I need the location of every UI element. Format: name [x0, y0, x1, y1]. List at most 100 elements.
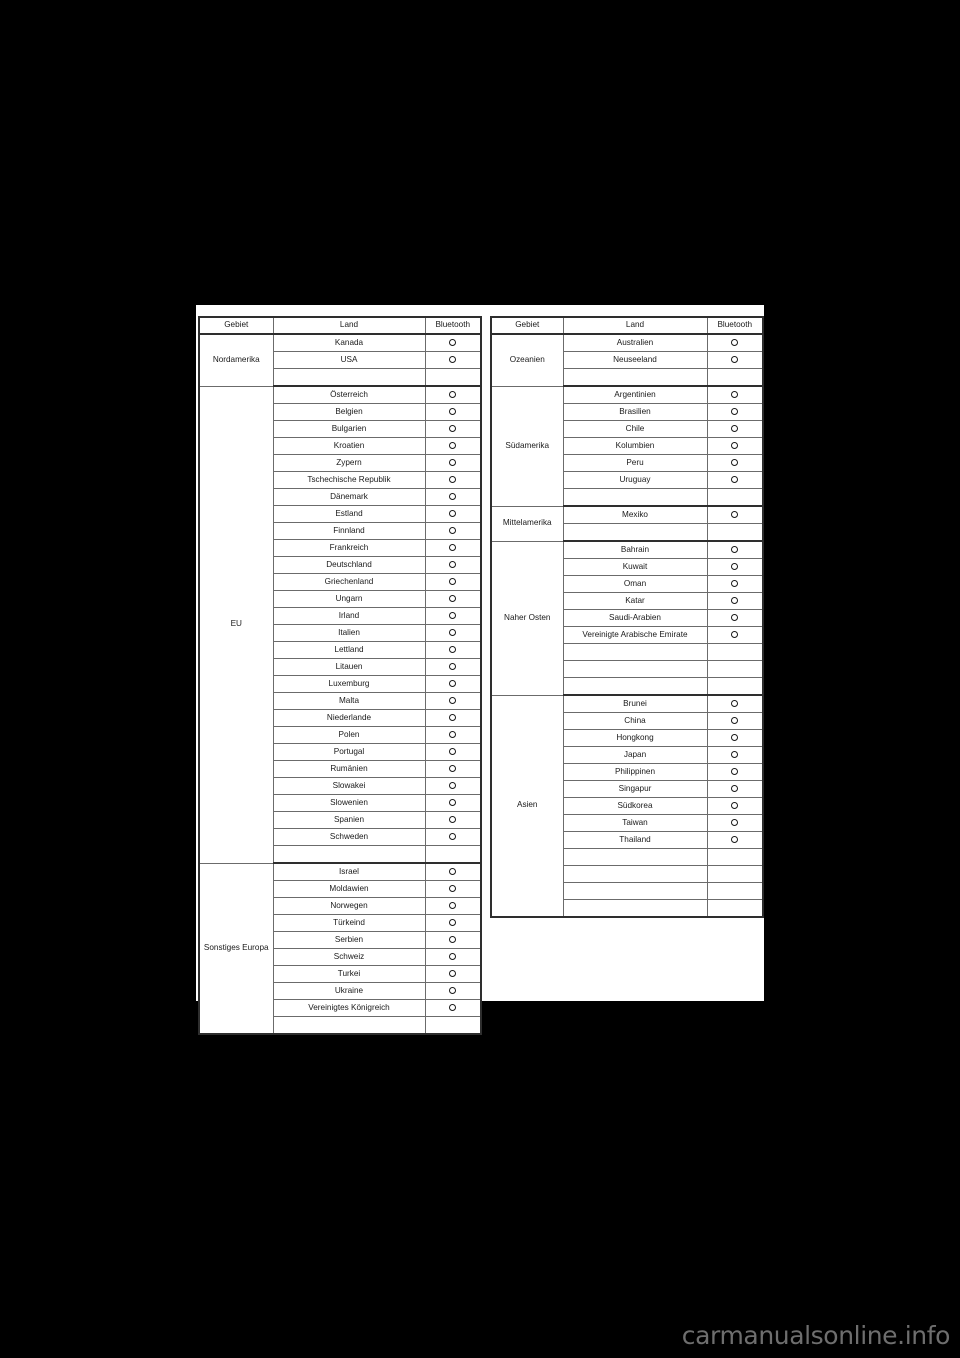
- country-name-cell: Zypern: [272, 454, 426, 472]
- country-name-cell: Türkeind: [272, 914, 426, 932]
- country-name-cell: Dänemark: [272, 488, 426, 506]
- bluetooth-support-cell: [424, 573, 482, 591]
- table-row: Asien Brunei: [490, 694, 764, 918]
- country-name-cell: Bulgarien: [272, 420, 426, 438]
- circle-icon: [449, 476, 457, 484]
- country-name-cell: USA: [272, 351, 426, 369]
- circle-icon: [449, 578, 457, 586]
- empty-cell: [272, 845, 426, 864]
- country-name-cell: Serbien: [272, 931, 426, 949]
- empty-cell: [562, 865, 708, 883]
- country-name-cell: Australien: [562, 333, 708, 352]
- bluetooth-support-cell: [706, 454, 764, 472]
- bluetooth-support-cell: [424, 522, 482, 540]
- empty-cell: [706, 643, 764, 661]
- circle-icon: [731, 391, 739, 399]
- circle-icon: [449, 339, 457, 347]
- empty-cell: [706, 677, 764, 696]
- bluetooth-support-cell: [706, 351, 764, 369]
- table-row: Mittelamerika Mexiko: [490, 505, 764, 542]
- country-name-cell: Vereinigtes Königreich: [272, 999, 426, 1017]
- region-cell: Sonstiges Europa: [198, 862, 274, 1035]
- empty-cell: [562, 848, 708, 866]
- circle-icon: [731, 785, 739, 793]
- empty-cell: [562, 368, 708, 387]
- bluetooth-support-cell: [424, 624, 482, 642]
- bluetooth-support-cell: [424, 777, 482, 795]
- circle-icon: [731, 751, 739, 759]
- circle-icon: [449, 868, 457, 876]
- empty-cell: [562, 523, 708, 542]
- column-header-bluetooth: Bluetooth: [706, 316, 764, 335]
- bluetooth-support-cell: [706, 540, 764, 559]
- bluetooth-support-cell: [424, 675, 482, 693]
- country-name-cell: Schweden: [272, 828, 426, 846]
- country-name-cell: Turkei: [272, 965, 426, 983]
- circle-icon: [449, 680, 457, 688]
- document-page-sheet: Gebiet Land Bluetooth Nordamerika Kanada U…: [196, 305, 764, 1035]
- country-table-left: Gebiet Land Bluetooth Nordamerika Kanada U…: [198, 316, 482, 1035]
- bluetooth-support-cell: [706, 575, 764, 593]
- bluetooth-support-cell: [424, 726, 482, 744]
- circle-icon: [449, 459, 457, 467]
- bluetooth-support-cell: [706, 694, 764, 713]
- country-name-cell: Chile: [562, 420, 708, 438]
- country-name-cell: Rumänien: [272, 760, 426, 778]
- country-table-right: Gebiet Land Bluetooth Ozeanien Australien…: [490, 316, 764, 918]
- column-header-gebiet: Gebiet: [198, 316, 274, 335]
- country-name-cell: Philippinen: [562, 763, 708, 781]
- circle-icon: [449, 902, 457, 910]
- circle-icon: [731, 836, 739, 844]
- circle-icon: [449, 493, 457, 501]
- country-name-cell: Südkorea: [562, 797, 708, 815]
- bluetooth-support-cell: [706, 763, 764, 781]
- circle-icon: [731, 700, 739, 708]
- country-name-cell: Niederlande: [272, 709, 426, 727]
- country-name-cell: Israel: [272, 862, 426, 881]
- bluetooth-support-cell: [706, 626, 764, 644]
- circle-icon: [449, 765, 457, 773]
- table-row: Nordamerika Kanada: [198, 333, 482, 387]
- circle-icon: [449, 970, 457, 978]
- bluetooth-support-cell: [424, 897, 482, 915]
- circle-icon: [449, 561, 457, 569]
- bluetooth-support-cell: [424, 743, 482, 761]
- column-header-land: Land: [272, 316, 426, 335]
- bluetooth-support-cell: [424, 607, 482, 625]
- circle-icon: [731, 511, 739, 519]
- bluetooth-support-cell: [424, 590, 482, 608]
- circle-icon: [449, 714, 457, 722]
- bluetooth-support-cell: [424, 914, 482, 932]
- empty-cell: [562, 882, 708, 900]
- country-name-cell: China: [562, 712, 708, 730]
- empty-cell: [562, 643, 708, 661]
- bluetooth-support-cell: [706, 385, 764, 404]
- table-row: Südamerika Argentinien: [490, 385, 764, 507]
- empty-cell: [706, 882, 764, 900]
- bluetooth-support-cell: [706, 505, 764, 524]
- region-cell: Asien: [490, 694, 564, 918]
- empty-cell: [706, 660, 764, 678]
- country-name-cell: Schweiz: [272, 948, 426, 966]
- country-name-cell: Peru: [562, 454, 708, 472]
- circle-icon: [449, 595, 457, 603]
- bluetooth-support-cell: [424, 488, 482, 506]
- country-name-cell: Moldawien: [272, 880, 426, 898]
- column-header-land: Land: [562, 316, 708, 335]
- empty-cell: [562, 488, 708, 507]
- circle-icon: [731, 631, 739, 639]
- bluetooth-support-cell: [706, 403, 764, 421]
- circle-icon: [449, 919, 457, 927]
- bluetooth-support-cell: [706, 471, 764, 489]
- circle-icon: [449, 816, 457, 824]
- country-name-cell: Litauen: [272, 658, 426, 676]
- country-name-cell: Irland: [272, 607, 426, 625]
- bluetooth-support-cell: [424, 437, 482, 455]
- bluetooth-support-cell: [424, 351, 482, 369]
- circle-icon: [731, 614, 739, 622]
- circle-icon: [731, 580, 739, 588]
- country-name-cell: Vereinigte Arabische Emirate: [562, 626, 708, 644]
- country-name-cell: Deutschland: [272, 556, 426, 574]
- bluetooth-support-cell: [424, 948, 482, 966]
- circle-icon: [731, 476, 739, 484]
